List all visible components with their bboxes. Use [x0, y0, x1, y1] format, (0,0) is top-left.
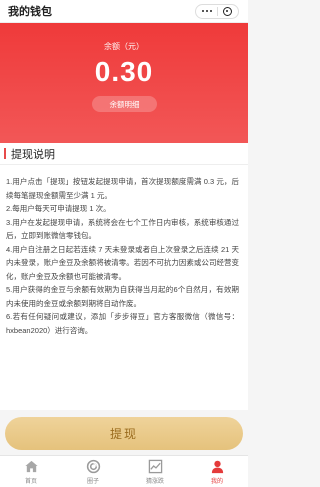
balance-detail-button[interactable]: 余额明细 — [92, 96, 157, 112]
balance-panel: 余额（元） 0.30 余额明细 — [0, 23, 248, 143]
tab-label: 首页 — [24, 478, 37, 485]
close-icon[interactable] — [222, 6, 232, 16]
tab-label: 圈子 — [86, 478, 99, 485]
title-accent-bar — [4, 148, 6, 159]
rule-item: 1.用户点击「提现」按钮发起提现申请，首次提现额度需满 0.3 元，后续每笔提现… — [6, 177, 239, 200]
user-icon — [211, 460, 223, 473]
home-icon — [24, 460, 38, 472]
withdraw-button[interactable]: 提现 — [5, 417, 243, 450]
rule-item: 4.用户自注册之日起若连续 7 天未登录或者自上次登录之后连续 21 天内未登录… — [6, 244, 239, 281]
rule-item: 2.每用户每天可申请提现 1 次。 — [6, 204, 111, 213]
rules-card: 提现说明 1.用户点击「提现」按钮发起提现申请，首次提现额度需满 0.3 元，后… — [0, 143, 248, 410]
rules-title: 提现说明 — [11, 148, 55, 161]
tab-label: 猜涨跌 — [145, 478, 164, 485]
more-icon[interactable] — [202, 10, 213, 12]
bottom-tab-bar: 首页 圈子 猜涨跌 我的 — [0, 455, 248, 487]
balance-label: 余额（元） — [104, 42, 144, 51]
rule-item: 3.用户在发起提现申请，系统将会在七个工作日内审核，系统审核通过后，立即到账微信… — [6, 217, 239, 241]
miniprogram-capsule — [195, 3, 239, 19]
rules-list: 1.用户点击「提现」按钮发起提现申请，首次提现额度需满 0.3 元，后续每笔提现… — [0, 165, 248, 337]
chart-icon — [148, 459, 162, 473]
capsule-divider — [216, 6, 218, 16]
rule-item: 6.若有任何疑问或建议，添加「步步得豆」官方客服微信（微信号：hxbean202… — [6, 312, 239, 335]
rule-item: 5.用户获得的金豆与余额有效期为自获得当月起的6个自然月，有效期内未使用的金豆或… — [6, 285, 239, 308]
title-bar: 我的钱包 — [0, 0, 248, 23]
tab-mine[interactable]: 我的 — [186, 456, 248, 487]
rules-header: 提现说明 — [0, 143, 248, 165]
page-title: 我的钱包 — [8, 6, 52, 18]
circle-icon — [86, 459, 100, 473]
tab-home[interactable]: 首页 — [0, 456, 62, 487]
balance-amount: 0.30 — [94, 56, 154, 87]
tab-circle[interactable]: 圈子 — [62, 456, 124, 487]
tab-guess[interactable]: 猜涨跌 — [124, 456, 186, 487]
tab-label: 我的 — [210, 478, 223, 485]
